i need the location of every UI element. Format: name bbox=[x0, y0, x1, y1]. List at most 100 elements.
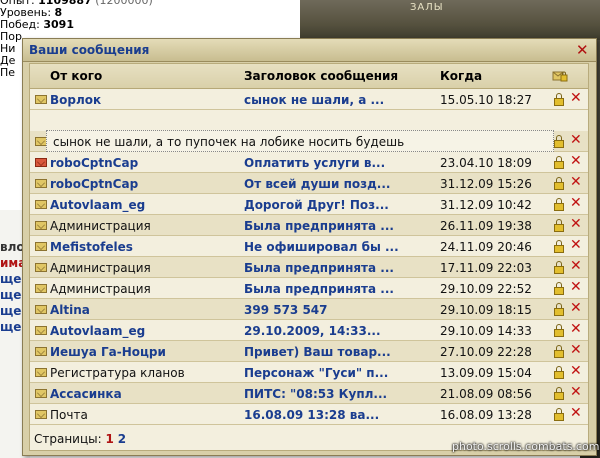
message-subject[interactable]: От всей души позд... bbox=[244, 177, 390, 191]
message-row[interactable]: Altina 399 573 547 29.10.09 18:15 ✕ bbox=[30, 299, 588, 320]
message-sender[interactable]: Ассасинка bbox=[50, 387, 122, 401]
lock-icon[interactable] bbox=[554, 282, 564, 295]
message-subject[interactable]: сынок не шали, а ... bbox=[244, 93, 384, 107]
message-subject[interactable]: Персонаж "Гуси" п... bbox=[244, 366, 388, 380]
message-date: 31.12.09 15:26 bbox=[440, 177, 532, 191]
delete-x-icon[interactable]: ✕ bbox=[570, 405, 582, 421]
lock-all-icon[interactable] bbox=[552, 68, 568, 82]
delete-x-icon[interactable]: ✕ bbox=[570, 279, 582, 295]
lock-icon[interactable] bbox=[554, 408, 564, 421]
message-subject[interactable]: Не офишировал бы ... bbox=[244, 240, 399, 254]
lock-icon[interactable] bbox=[554, 345, 564, 358]
lock-icon[interactable] bbox=[554, 387, 564, 400]
lock-icon[interactable] bbox=[554, 177, 564, 190]
lock-icon[interactable] bbox=[554, 366, 564, 379]
message-subject[interactable]: 399 573 547 bbox=[244, 303, 328, 317]
message-date: 13.09.09 15:04 bbox=[440, 366, 532, 380]
message-row[interactable]: roboCptnCap От всей души позд... 31.12.09 … bbox=[30, 173, 588, 194]
stat-extra: (1200000) bbox=[95, 0, 153, 7]
delete-x-icon[interactable]: ✕ bbox=[570, 195, 582, 211]
message-subject[interactable]: Оплатить услуги в... bbox=[244, 156, 385, 170]
lock-icon[interactable] bbox=[554, 156, 564, 169]
message-sender[interactable]: Autovlaam_eg bbox=[50, 198, 145, 212]
messages-table: От кого Заголовок сообщения Когда Ворлок… bbox=[29, 63, 589, 451]
pagination-label: Страницы: bbox=[34, 432, 102, 446]
message-date: 29.10.09 14:33 bbox=[440, 324, 532, 338]
column-subject[interactable]: Заголовок сообщения bbox=[244, 69, 398, 83]
message-row[interactable]: roboCptnCap Оплатить услуги в... 23.04.10 … bbox=[30, 152, 588, 173]
message-sender: Администрация bbox=[50, 282, 151, 296]
message-row[interactable]: Ассасинка ПИТС: "08:53 Купл... 21.08.09 08… bbox=[30, 383, 588, 404]
lock-icon[interactable] bbox=[554, 324, 564, 337]
message-sender[interactable]: Ворлок bbox=[50, 93, 101, 107]
message-row[interactable]: Mefistofeles Не офишировал бы ... 24.11.09… bbox=[30, 236, 588, 257]
message-subject[interactable]: ПИТС: "08:53 Купл... bbox=[244, 387, 387, 401]
delete-x-icon[interactable]: ✕ bbox=[570, 174, 582, 190]
delete-x-icon[interactable]: ✕ bbox=[570, 216, 582, 232]
chat-fragment: ще bbox=[0, 320, 22, 334]
message-subject[interactable]: Была предпринята ... bbox=[244, 219, 394, 233]
message-subject[interactable]: 16.08.09 13:28 ва... bbox=[244, 408, 379, 422]
delete-x-icon[interactable]: ✕ bbox=[570, 132, 582, 148]
message-sender[interactable]: Mefistofeles bbox=[50, 240, 133, 254]
message-sender[interactable]: Autovlaam_eg bbox=[50, 324, 145, 338]
message-row[interactable]: Администрация Была предпринята ... 29.10.0… bbox=[30, 278, 588, 299]
message-date: 16.08.09 13:28 bbox=[440, 408, 532, 422]
message-row[interactable]: Администрация Была предпринята ... 17.11.0… bbox=[30, 257, 588, 278]
envelope-icon bbox=[35, 389, 47, 398]
stat-label: Пе bbox=[0, 66, 16, 79]
lock-icon[interactable] bbox=[554, 240, 564, 253]
delete-x-icon[interactable]: ✕ bbox=[570, 342, 582, 358]
message-date: 17.11.09 22:03 bbox=[440, 261, 532, 275]
envelope-icon bbox=[35, 179, 47, 188]
delete-x-icon[interactable]: ✕ bbox=[570, 321, 582, 337]
delete-x-icon[interactable]: ✕ bbox=[570, 258, 582, 274]
message-row[interactable]: Регистратура кланов Персонаж "Гуси" п... 1… bbox=[30, 362, 588, 383]
message-row[interactable]: Почта 16.08.09 13:28 ва... 16.08.09 13:28 ✕ bbox=[30, 404, 588, 425]
lock-icon[interactable] bbox=[554, 261, 564, 274]
message-subject[interactable]: Дорогой Друг! Поз... bbox=[244, 198, 389, 212]
envelope-icon bbox=[35, 242, 47, 251]
column-when[interactable]: Когда bbox=[440, 69, 482, 83]
message-row[interactable]: Ворлок сынок не шали, а ... 15.05.10 18:27… bbox=[30, 89, 588, 110]
message-subject[interactable]: Была предпринята ... bbox=[244, 282, 394, 296]
lock-icon[interactable] bbox=[554, 135, 564, 148]
delete-x-icon[interactable]: ✕ bbox=[570, 90, 582, 106]
stat-value: 3091 bbox=[43, 18, 74, 31]
delete-x-icon[interactable]: ✕ bbox=[570, 384, 582, 400]
messages-dialog: Ваши сообщения ✕ От кого Заголовок сообщ… bbox=[22, 38, 597, 456]
scene-sign: ЗАЛЫ bbox=[410, 2, 444, 13]
message-row[interactable]: Autovlaam_eg Дорогой Друг! Поз... 31.12.09… bbox=[30, 194, 588, 215]
delete-x-icon[interactable]: ✕ bbox=[570, 237, 582, 253]
table-header: От кого Заголовок сообщения Когда bbox=[30, 64, 588, 89]
message-sender[interactable]: roboCptnCap bbox=[50, 156, 138, 170]
message-subject[interactable]: Была предпринята ... bbox=[244, 261, 394, 275]
delete-x-icon[interactable]: ✕ bbox=[570, 363, 582, 379]
lock-icon[interactable] bbox=[554, 303, 564, 316]
message-row[interactable]: Администрация Была предпринята ... 26.11.0… bbox=[30, 215, 588, 236]
lock-icon[interactable] bbox=[554, 93, 564, 106]
message-sender[interactable]: roboCptnCap bbox=[50, 177, 138, 191]
lock-icon[interactable] bbox=[554, 219, 564, 232]
message-subject[interactable]: Привет) Ваш товар... bbox=[244, 345, 391, 359]
message-sender[interactable]: Иешуа Га-Ноцри bbox=[50, 345, 166, 359]
lock-icon[interactable] bbox=[554, 198, 564, 211]
dialog-titlebar[interactable]: Ваши сообщения ✕ bbox=[23, 39, 596, 62]
page-link-2[interactable]: 2 bbox=[118, 432, 126, 446]
dialog-title: Ваши сообщения bbox=[29, 43, 150, 57]
message-row[interactable]: Иешуа Га-Ноцри Привет) Ваш товар... 27.10.… bbox=[30, 341, 588, 362]
close-icon[interactable]: ✕ bbox=[576, 41, 589, 59]
message-sender: Регистратура кланов bbox=[50, 366, 185, 380]
pagination: Страницы: 1 2 bbox=[34, 432, 126, 446]
delete-x-icon[interactable]: ✕ bbox=[570, 300, 582, 316]
delete-x-icon[interactable]: ✕ bbox=[570, 153, 582, 169]
column-from[interactable]: От кого bbox=[50, 69, 102, 83]
message-sender[interactable]: Altina bbox=[50, 303, 90, 317]
message-date: 15.05.10 18:27 bbox=[440, 93, 532, 107]
message-date: 29.10.09 18:15 bbox=[440, 303, 532, 317]
envelope-icon bbox=[35, 221, 47, 230]
message-row[interactable]: Autovlaam_eg 29.10.2009, 14:33... 29.10.09… bbox=[30, 320, 588, 341]
envelope-icon bbox=[35, 368, 47, 377]
message-subject[interactable]: 29.10.2009, 14:33... bbox=[244, 324, 381, 338]
envelope-icon bbox=[35, 95, 47, 104]
